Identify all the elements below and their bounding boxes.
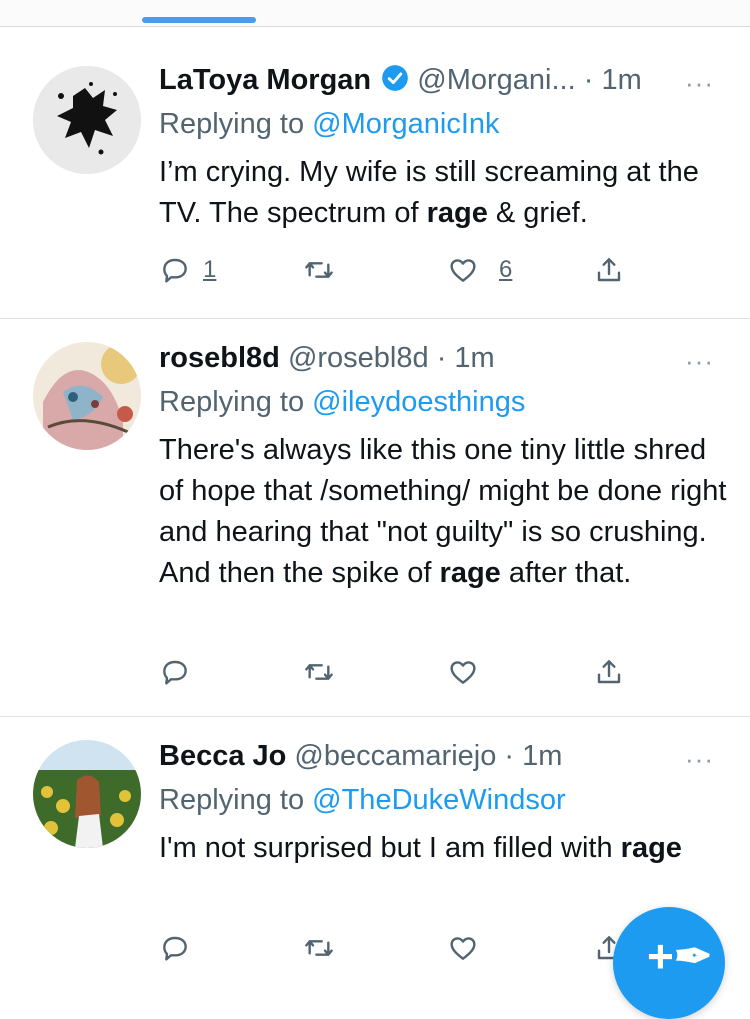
- morganic-ink-logo: [33, 66, 141, 174]
- tweet-actions: [159, 932, 639, 968]
- reply-icon: [163, 660, 187, 685]
- share-icon: [597, 258, 621, 282]
- reply-button[interactable]: [159, 656, 191, 692]
- reply-icon: [163, 936, 187, 961]
- tweet-text-part: & grief.: [487, 197, 588, 229]
- tweet-time[interactable]: · 1m: [504, 740, 562, 772]
- reply-button[interactable]: 1: [159, 254, 239, 290]
- author-name[interactable]: Becca Jo: [159, 740, 286, 772]
- more-options-icon[interactable]: ···: [685, 346, 714, 377]
- replying-to-label: Replying to: [159, 386, 305, 418]
- reply-count: 1: [203, 256, 217, 283]
- reply-button[interactable]: [159, 932, 191, 968]
- replying-to: Replying to @TheDukeWindsor: [159, 782, 566, 818]
- retweet-icon: [305, 262, 333, 278]
- tweet-actions: 1 6: [159, 254, 639, 290]
- replying-to-label: Replying to: [159, 784, 305, 816]
- avatar[interactable]: [33, 342, 141, 450]
- tweet-text: I’m crying. My wife is still screaming a…: [159, 152, 729, 234]
- replying-to-label: Replying to: [159, 108, 305, 140]
- tweet-text-bold: rage: [620, 832, 682, 864]
- tweet-text-part: I'm not surprised but I am filled with: [159, 832, 621, 864]
- tweet-text-part: after that.: [500, 557, 632, 589]
- reply-icon: [163, 258, 187, 283]
- heart-icon: [450, 259, 476, 282]
- tweet-text: I'm not surprised but I am filled with r…: [159, 828, 729, 869]
- tweet-divider: [0, 716, 750, 717]
- replying-to-mention[interactable]: @MorganicInk: [312, 108, 499, 140]
- tweet-text-bold: rage: [439, 557, 501, 589]
- tweet-header: LaToya Morgan @Morgani... · 1m: [159, 62, 642, 101]
- like-count: 6: [499, 256, 513, 283]
- active-tab-indicator: [142, 17, 256, 23]
- tweet-text: There's always like this one tiny little…: [159, 430, 729, 594]
- like-button[interactable]: [447, 932, 479, 968]
- compose-tweet-button[interactable]: +✒: [613, 907, 725, 1019]
- heart-icon: [450, 661, 476, 684]
- retweet-icon: [305, 664, 333, 680]
- tweet-divider: [0, 318, 750, 319]
- tweet-text-bold: rage: [426, 197, 488, 229]
- retweet-button[interactable]: [303, 254, 335, 290]
- retweet-icon: [305, 940, 333, 956]
- author-handle[interactable]: @rosebl8d: [288, 342, 429, 374]
- illustrated-avatar-image: [33, 342, 141, 450]
- heart-icon: [450, 937, 476, 960]
- more-options-icon[interactable]: ···: [685, 68, 714, 99]
- tweet-header: rosebl8d @rosebl8d · 1m: [159, 340, 495, 376]
- avatar[interactable]: [33, 740, 141, 848]
- share-button[interactable]: [593, 656, 625, 692]
- share-icon: [597, 660, 621, 684]
- retweet-button[interactable]: [303, 656, 335, 692]
- author-name[interactable]: LaToya Morgan: [159, 64, 371, 96]
- sunflower-field-photo: [33, 740, 141, 848]
- compose-icon: +✒: [647, 930, 713, 982]
- avatar[interactable]: [33, 66, 141, 174]
- author-handle[interactable]: @Morgani...: [417, 64, 575, 96]
- like-button[interactable]: 6: [447, 254, 527, 290]
- replying-to-mention[interactable]: @ileydoesthings: [312, 386, 525, 418]
- replying-to: Replying to @ileydoesthings: [159, 384, 525, 420]
- verified-badge-icon: [381, 64, 409, 101]
- tweet-header: Becca Jo @beccamariejo · 1m: [159, 738, 562, 774]
- tweet-actions: [159, 656, 639, 692]
- author-name[interactable]: rosebl8d: [159, 342, 280, 374]
- share-button[interactable]: [593, 254, 625, 290]
- replying-to: Replying to @MorganicInk: [159, 106, 500, 142]
- like-button[interactable]: [447, 656, 479, 692]
- more-options-icon[interactable]: ···: [685, 744, 714, 775]
- retweet-button[interactable]: [303, 932, 335, 968]
- top-tab-bar: [0, 0, 750, 27]
- tweet-time[interactable]: · 1m: [437, 342, 495, 374]
- replying-to-mention[interactable]: @TheDukeWindsor: [312, 784, 565, 816]
- author-handle[interactable]: @beccamariejo: [294, 740, 496, 772]
- tweet-time[interactable]: · 1m: [584, 64, 642, 96]
